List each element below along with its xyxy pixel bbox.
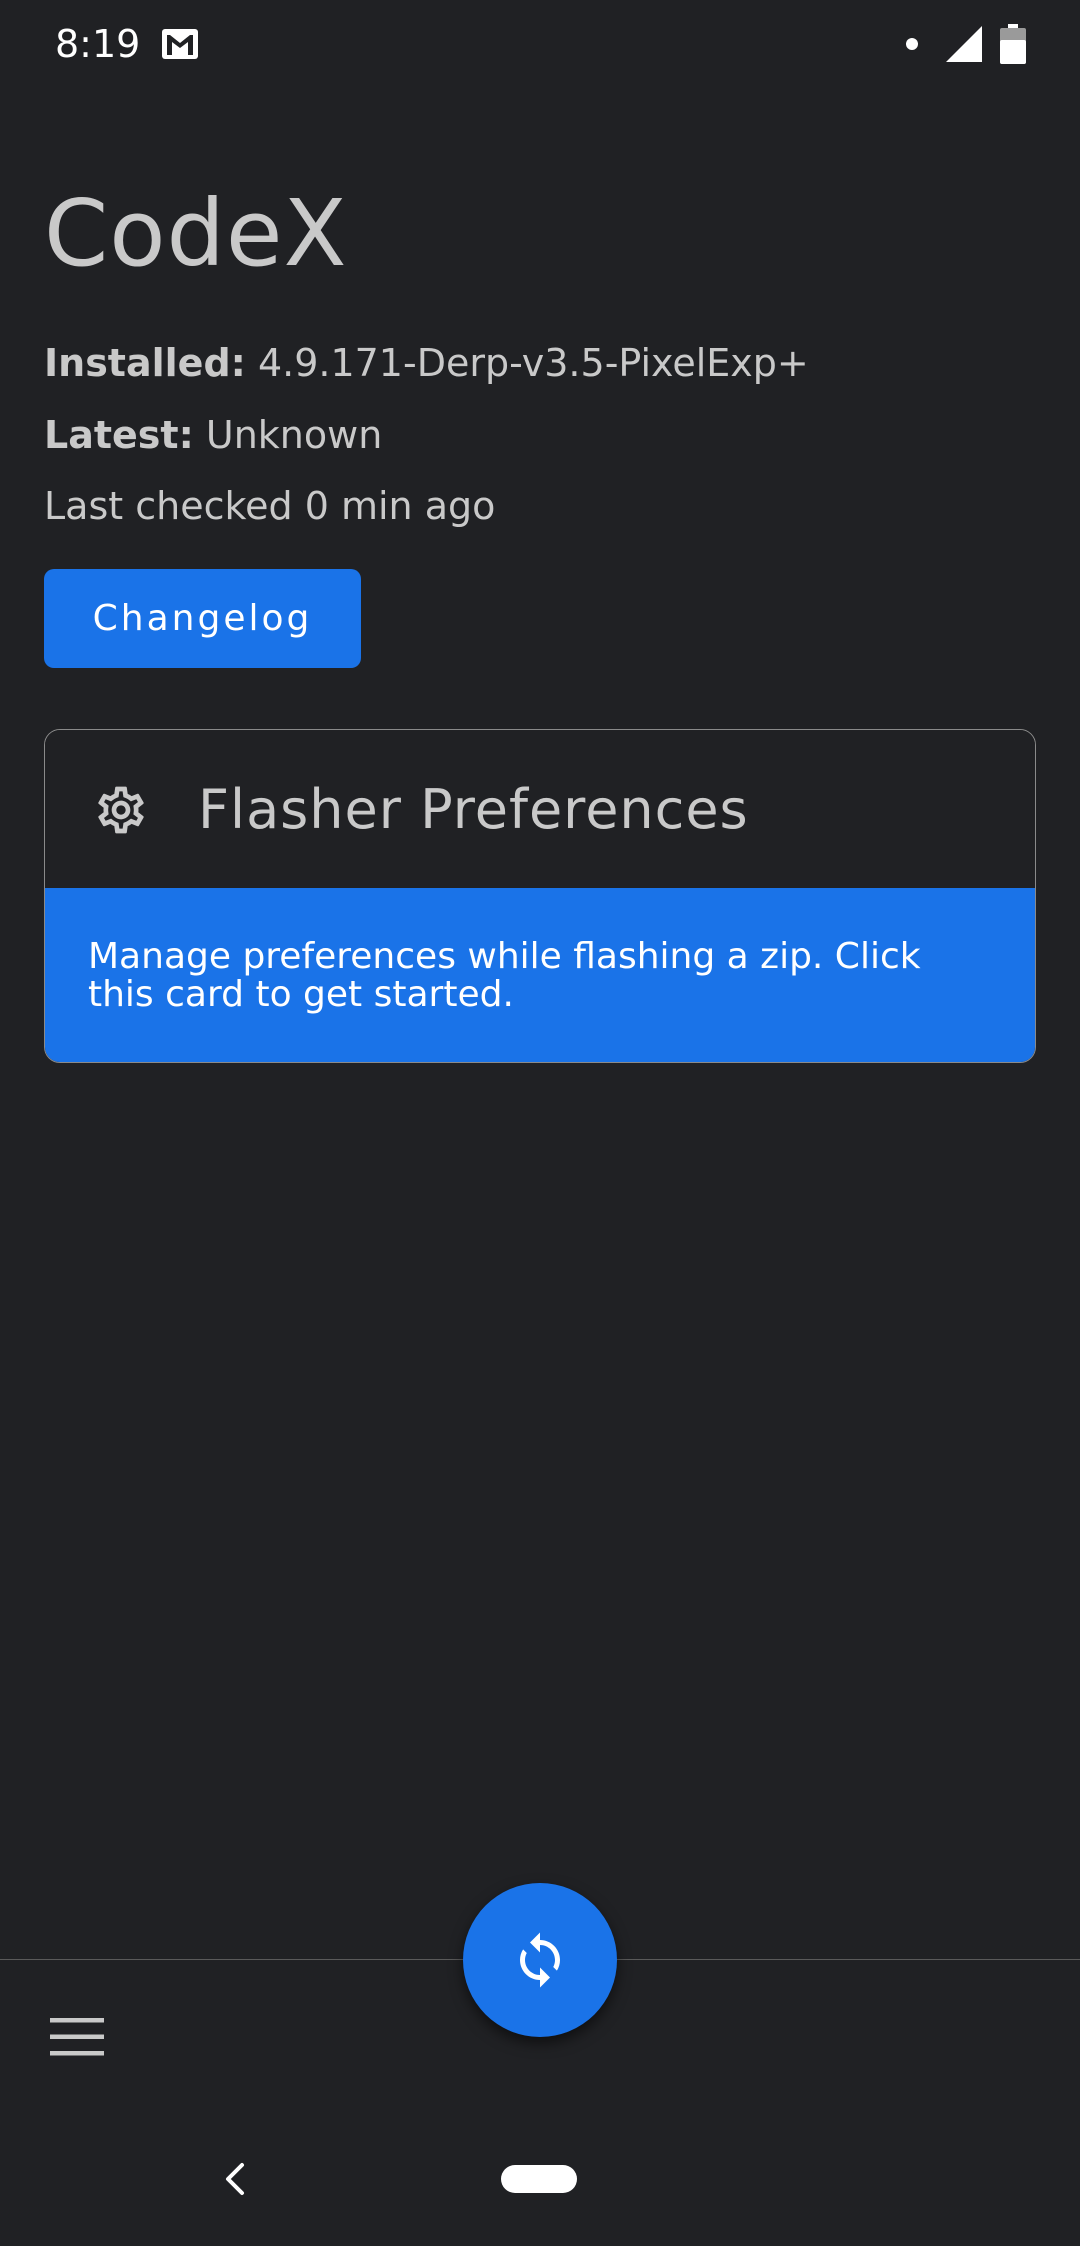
- installed-label: Installed:: [44, 341, 246, 385]
- app-title: CodeX: [44, 180, 348, 287]
- battery-icon: [1000, 24, 1026, 64]
- installed-value: 4.9.171-Derp-v3.5-PixelExp+: [257, 341, 809, 385]
- card-description: Manage preferences while flashing a zip.…: [88, 936, 921, 1015]
- back-icon[interactable]: [222, 2162, 248, 2196]
- home-pill-icon[interactable]: [501, 2165, 577, 2193]
- changelog-button[interactable]: Changelog: [44, 569, 361, 668]
- latest-version: Latest: Unknown: [44, 413, 382, 457]
- latest-label: Latest:: [44, 413, 194, 457]
- gmail-icon: [162, 29, 198, 59]
- cell-signal-icon: [946, 26, 982, 62]
- gear-icon: [98, 786, 144, 834]
- menu-icon[interactable]: [50, 2018, 104, 2056]
- notification-dot-icon: [906, 38, 918, 50]
- latest-value: Unknown: [205, 413, 383, 457]
- refresh-icon: [520, 1932, 560, 1988]
- flasher-preferences-card[interactable]: Flasher Preferences Manage preferences w…: [44, 729, 1036, 1063]
- refresh-fab[interactable]: [463, 1883, 617, 2037]
- card-header: Flasher Preferences: [45, 730, 1035, 888]
- card-body: Manage preferences while flashing a zip.…: [45, 888, 1035, 1062]
- card-title: Flasher Preferences: [198, 778, 749, 841]
- installed-version: Installed: 4.9.171-Derp-v3.5-PixelExp+: [44, 341, 809, 385]
- last-checked-text: Last checked 0 min ago: [44, 484, 496, 528]
- status-bar: 8:19: [0, 0, 1080, 92]
- status-time: 8:19: [55, 22, 141, 66]
